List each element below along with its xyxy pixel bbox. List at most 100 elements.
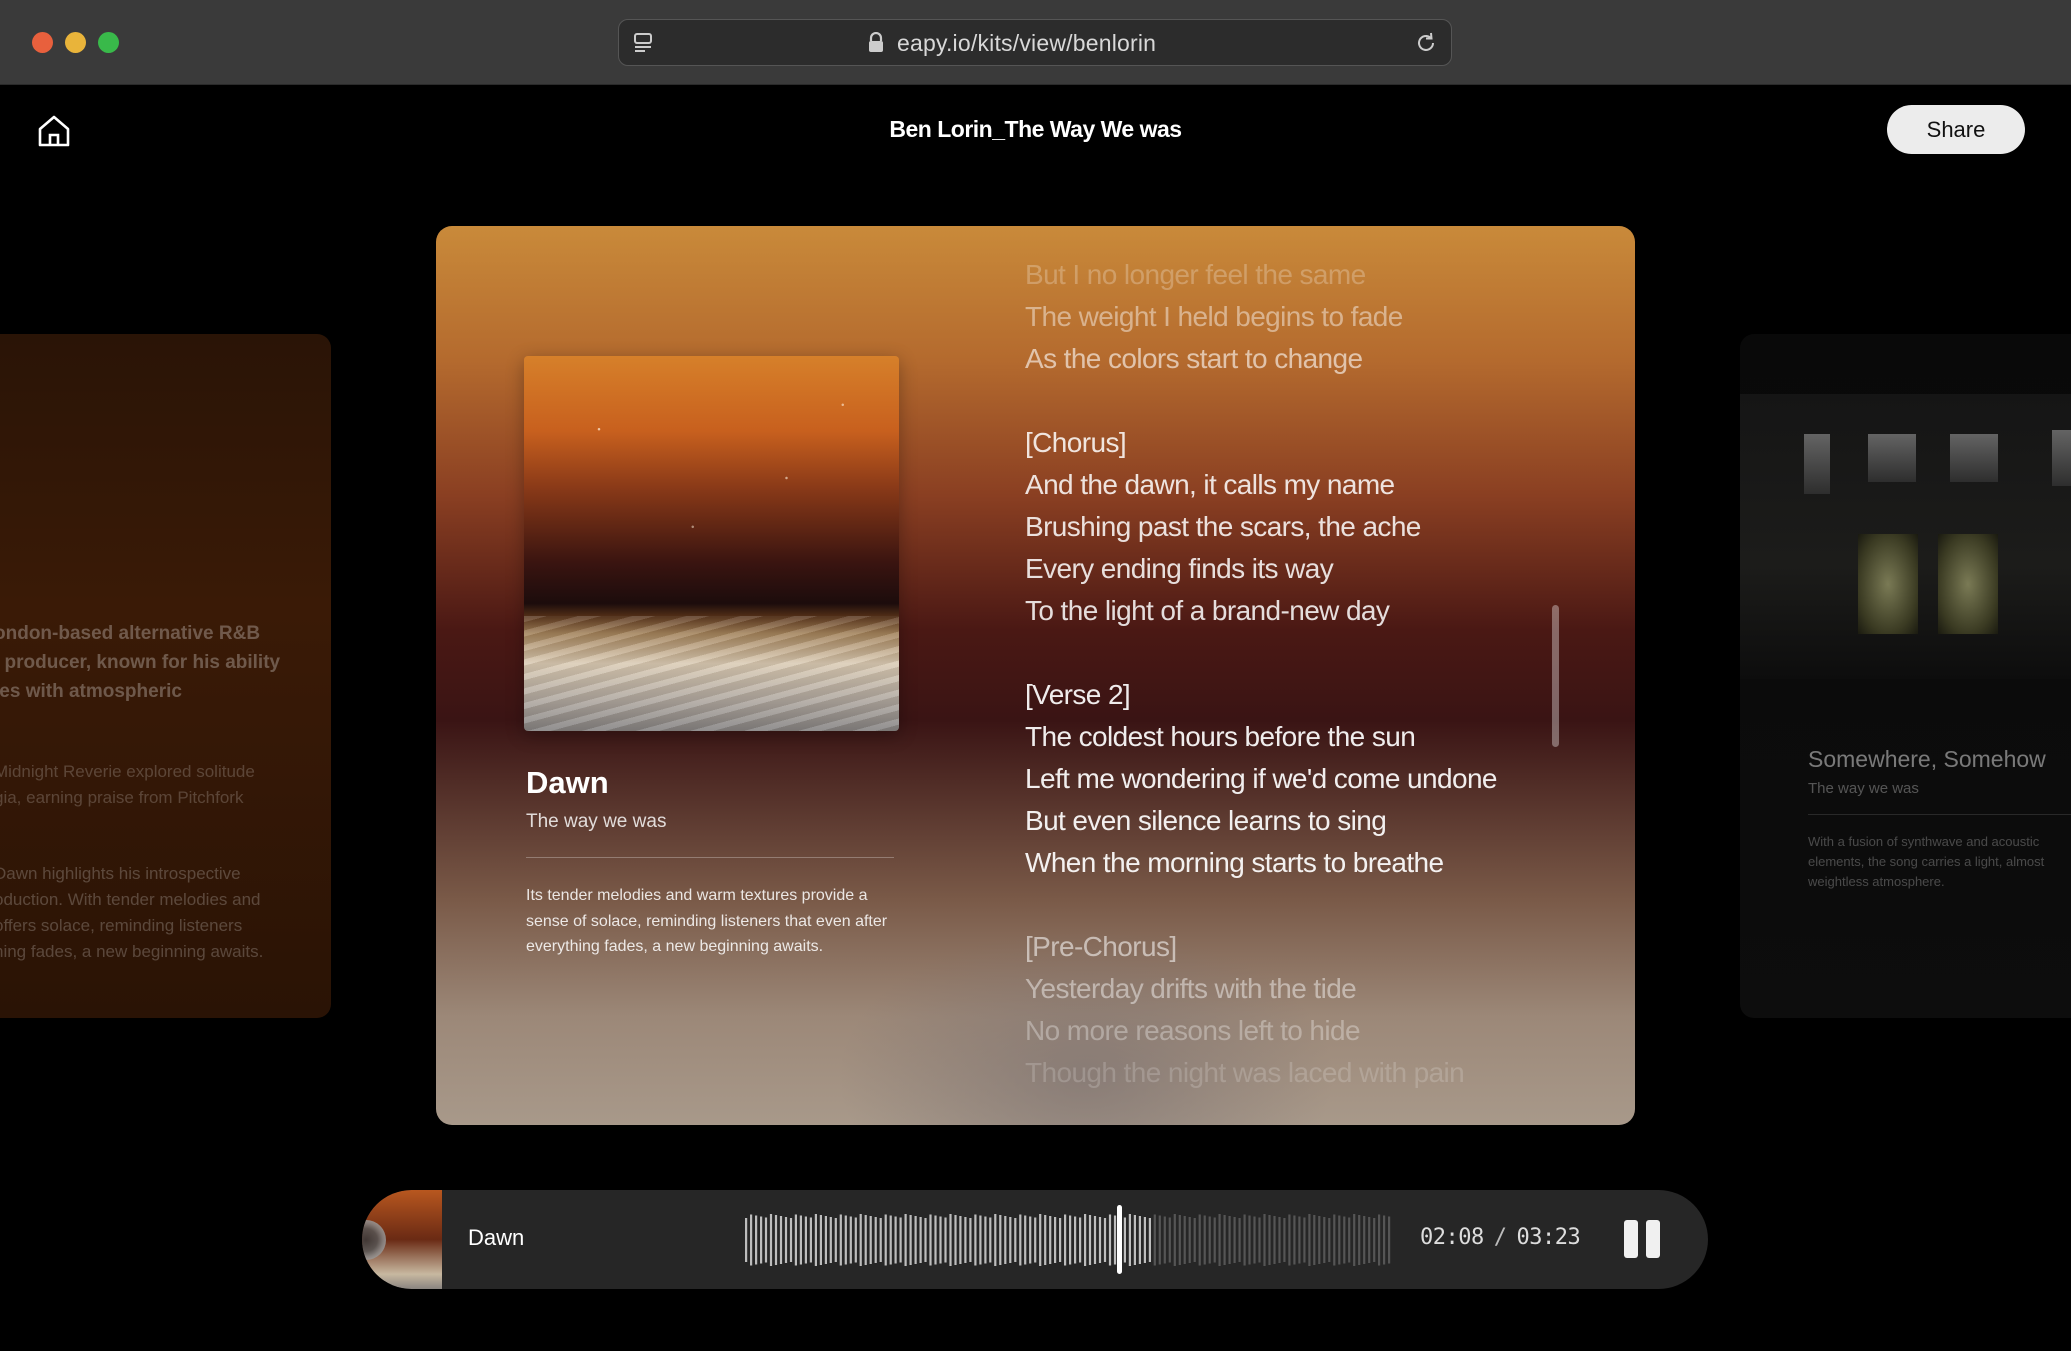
waveform-bar xyxy=(904,1214,907,1266)
waveform-bar xyxy=(814,1214,817,1266)
waveform-bar xyxy=(1268,1215,1271,1265)
waveform-bar xyxy=(1014,1218,1017,1262)
waveform-bar xyxy=(750,1214,753,1266)
lyric-gap xyxy=(1025,632,1585,674)
waveform-bar xyxy=(784,1217,788,1263)
next-song-album: The way we was xyxy=(1808,780,1919,797)
album-art-building xyxy=(1740,394,2071,679)
waveform-bar xyxy=(1258,1217,1261,1263)
waveform-bar xyxy=(1123,1217,1126,1263)
browser-toolbar: eapy.io/kits/view/benlorin xyxy=(0,0,2071,85)
waveform-bar xyxy=(999,1215,1002,1265)
maximize-window-button[interactable] xyxy=(98,32,119,53)
waveform-bar xyxy=(1348,1217,1351,1263)
waveform-bar xyxy=(804,1216,807,1264)
waveform-bar xyxy=(924,1218,927,1262)
waveform-bar xyxy=(869,1216,872,1264)
waveform-bar xyxy=(1248,1215,1251,1265)
waveform-bar xyxy=(1203,1215,1206,1265)
next-song-card[interactable]: Somewhere, Somehow The way we was With a… xyxy=(1740,334,2071,1018)
waveform-bar xyxy=(1059,1218,1062,1262)
waveform-bar xyxy=(779,1216,783,1264)
previous-song-card[interactable]: ondon-based alternative R&B l producer, … xyxy=(0,334,331,1018)
artist-bio: ondon-based alternative R&B l producer, … xyxy=(0,623,281,702)
lyric-line: When the morning starts to breathe xyxy=(1025,847,1444,878)
waveform-bar xyxy=(819,1215,822,1265)
waveform-bar xyxy=(1004,1216,1007,1264)
waveform-bar xyxy=(899,1217,902,1263)
waveform-bar xyxy=(829,1217,832,1263)
waveform-bar xyxy=(1054,1217,1057,1263)
waveform-bar xyxy=(1223,1215,1226,1265)
waveform-bar xyxy=(1088,1215,1092,1265)
waveform-bar xyxy=(769,1214,773,1266)
waveform-bar xyxy=(949,1214,952,1266)
waveform-bar xyxy=(959,1216,962,1264)
divider xyxy=(1808,814,2071,815)
waveform-bar xyxy=(954,1215,957,1265)
reload-icon[interactable] xyxy=(1413,30,1439,56)
lyric-line: But even silence learns to sing xyxy=(1025,805,1387,836)
lyric-line: Every ending finds its way xyxy=(1025,553,1334,584)
waveform-bar xyxy=(764,1217,768,1263)
waveform-bar xyxy=(1318,1216,1321,1264)
next-song-description: With a fusion of synthwave and acoustic … xyxy=(1808,834,2045,889)
time-separator: / xyxy=(1493,1225,1507,1250)
lyric-line: The coldest hours before the sun xyxy=(1025,721,1416,752)
waveform-bar xyxy=(799,1215,802,1265)
url-text: eapy.io/kits/view/benlorin xyxy=(897,30,1157,56)
time-display: 02:08 / 03:23 xyxy=(1420,1225,1581,1250)
waveform-bar xyxy=(1044,1215,1047,1265)
waveform-bar xyxy=(1074,1216,1077,1264)
waveform-bar xyxy=(1368,1217,1371,1263)
waveform-bar xyxy=(1173,1214,1176,1266)
waveform-bar xyxy=(1079,1217,1082,1263)
waveform-bar xyxy=(1113,1215,1117,1265)
playhead[interactable] xyxy=(1117,1205,1122,1274)
pause-icon xyxy=(1624,1220,1638,1258)
lyric-line: Though the night was laced with pain xyxy=(1025,1057,1465,1088)
tab-overview-icon[interactable] xyxy=(631,30,657,56)
song-description: Its tender melodies and warm textures pr… xyxy=(526,887,888,955)
waveform-bar xyxy=(834,1218,837,1262)
minimize-window-button[interactable] xyxy=(65,32,86,53)
waveform-bar xyxy=(1213,1217,1216,1263)
lyric-line: As the colors start to change xyxy=(1025,343,1363,374)
audio-player: Dawn 02:08 / 03:23 xyxy=(362,1190,1708,1289)
lock-icon xyxy=(869,32,883,52)
lyric-line: [Pre-Chorus] xyxy=(1025,931,1177,962)
waveform-bar xyxy=(809,1217,812,1263)
waveform-bar xyxy=(1363,1216,1366,1264)
waveform-bar xyxy=(1029,1216,1032,1264)
waveform-bar xyxy=(1009,1217,1012,1263)
pause-button[interactable] xyxy=(1624,1220,1660,1258)
lyric-line: But I no longer feel the same xyxy=(1025,259,1366,290)
close-window-button[interactable] xyxy=(32,32,53,53)
waveform-bar xyxy=(934,1215,937,1265)
lyric-line: Yesterday drifts with the tide xyxy=(1025,973,1357,1004)
total-time: 03:23 xyxy=(1516,1225,1581,1250)
lyric-line: Left me wondering if we'd come undone xyxy=(1025,763,1497,794)
waveform-bar xyxy=(1168,1217,1171,1263)
lyrics-scrollbar[interactable] xyxy=(1552,605,1559,747)
address-bar[interactable]: eapy.io/kits/view/benlorin xyxy=(618,19,1452,66)
lyrics-panel[interactable]: But I no longer feel the same The weight … xyxy=(1025,254,1585,1094)
waveform-bar xyxy=(969,1218,972,1262)
waveform-bar xyxy=(879,1218,882,1262)
waveform-bar xyxy=(1218,1214,1221,1266)
waveform-bar xyxy=(1158,1215,1161,1265)
waveform-bar xyxy=(1098,1217,1102,1263)
waveform-bar xyxy=(1288,1214,1291,1266)
waveform-bar xyxy=(1133,1215,1136,1265)
player-track-title: Dawn xyxy=(468,1225,525,1250)
page-title: Ben Lorin_The Way We was xyxy=(889,116,1182,142)
waveform-bar xyxy=(894,1216,897,1264)
waveform-bar xyxy=(1084,1214,1087,1266)
waveform-bar xyxy=(1143,1217,1146,1263)
share-button[interactable]: Share xyxy=(1887,105,2025,154)
waveform-bar xyxy=(839,1214,842,1266)
waveform-bar xyxy=(1323,1217,1326,1263)
waveform-bar xyxy=(994,1214,997,1266)
waveform-seekbar[interactable] xyxy=(745,1212,1393,1268)
waveform-bar xyxy=(1163,1216,1166,1264)
